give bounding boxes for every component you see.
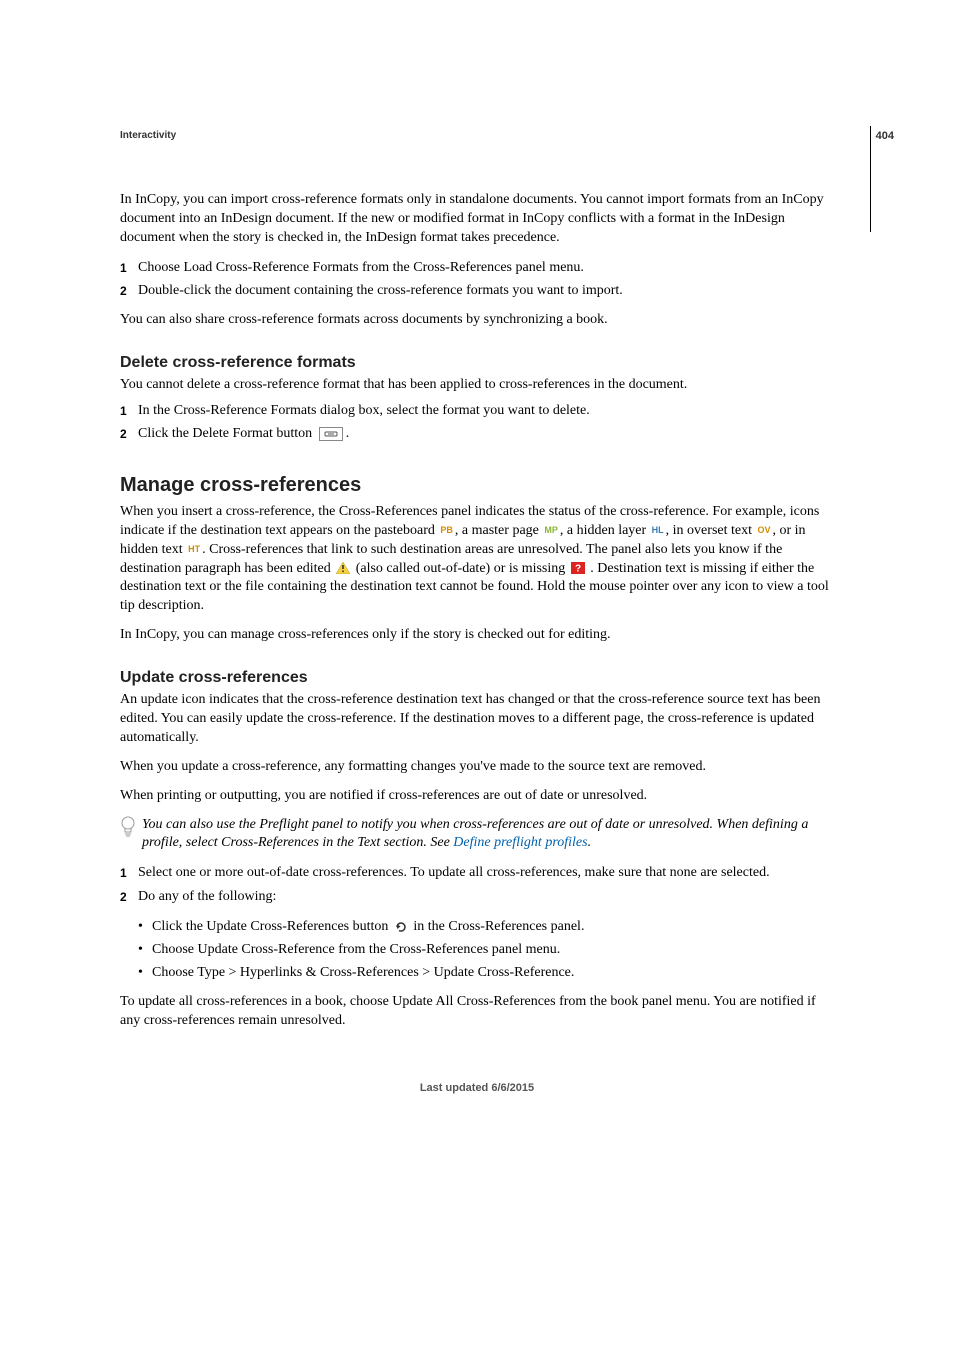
manage-heading: Manage cross-references bbox=[120, 474, 834, 497]
step-text: In the Cross-Reference Formats dialog bo… bbox=[138, 401, 834, 421]
step-text-post: . bbox=[346, 426, 350, 441]
step-2: 2 Click the Delete Format button . bbox=[120, 424, 834, 444]
overset-text-icon: OV bbox=[757, 524, 770, 536]
pasteboard-icon: PB bbox=[440, 524, 453, 536]
step-text: Click the Delete Format button . bbox=[138, 424, 834, 444]
list-item: Choose Update Cross-Reference from the C… bbox=[138, 939, 834, 960]
svg-text:?: ? bbox=[575, 564, 581, 575]
edited-icon bbox=[336, 562, 350, 574]
step-text: Do any of the following: bbox=[138, 887, 834, 907]
import-steps: 1 Choose Load Cross-Reference Formats fr… bbox=[120, 258, 834, 301]
tip-block: You can also use the Preflight panel to … bbox=[120, 816, 834, 854]
after-steps-paragraph: You can also share cross-reference forma… bbox=[120, 311, 834, 330]
preflight-link[interactable]: Define preflight profiles bbox=[453, 835, 587, 850]
manage-paragraph-1: When you insert a cross-reference, the C… bbox=[120, 503, 834, 616]
footer-updated: Last updated 6/6/2015 bbox=[0, 1082, 954, 1094]
intro-paragraph: In InCopy, you can import cross-referenc… bbox=[120, 191, 834, 248]
tip-post: . bbox=[588, 835, 592, 850]
delete-steps: 1 In the Cross-Reference Formats dialog … bbox=[120, 401, 834, 444]
step-1: 1 Select one or more out-of-date cross-r… bbox=[120, 863, 834, 883]
update-steps: 1 Select one or more out-of-date cross-r… bbox=[120, 863, 834, 906]
update-crossref-icon bbox=[394, 921, 408, 933]
manage-paragraph-2: In InCopy, you can manage cross-referenc… bbox=[120, 626, 834, 645]
after-update-paragraph: To update all cross-references in a book… bbox=[120, 993, 834, 1031]
bullet-post: in the Cross-References panel. bbox=[413, 919, 584, 934]
update-options: Click the Update Cross-References button… bbox=[138, 916, 834, 983]
step-1: 1 Choose Load Cross-Reference Formats fr… bbox=[120, 258, 834, 278]
step-text: Select one or more out-of-date cross-ref… bbox=[138, 863, 834, 883]
list-item: Click the Update Cross-References button… bbox=[138, 916, 834, 937]
tip-text: You can also use the Preflight panel to … bbox=[142, 816, 834, 854]
delete-heading: Delete cross-reference formats bbox=[120, 354, 834, 372]
missing-icon: ? bbox=[571, 562, 585, 574]
step-text: Double-click the document containing the… bbox=[138, 281, 834, 301]
delete-format-icon bbox=[319, 427, 343, 441]
step-number: 1 bbox=[120, 863, 138, 883]
step-number: 2 bbox=[120, 887, 138, 907]
step-number: 1 bbox=[120, 258, 138, 278]
delete-intro: You cannot delete a cross-reference form… bbox=[120, 376, 834, 395]
update-heading: Update cross-references bbox=[120, 669, 834, 687]
step-text: Choose Load Cross-Reference Formats from… bbox=[138, 258, 834, 278]
section-tag: Interactivity bbox=[120, 130, 834, 141]
hidden-text-icon: HT bbox=[188, 543, 200, 555]
text-fragment: , a master page bbox=[455, 523, 542, 538]
page-number: 404 bbox=[876, 130, 894, 142]
text-fragment: (also called out-of-date) or is missing bbox=[352, 561, 569, 576]
master-page-icon: MP bbox=[544, 524, 558, 536]
update-paragraph-3: When printing or outputting, you are not… bbox=[120, 787, 834, 806]
list-item: Choose Type > Hyperlinks & Cross-Referen… bbox=[138, 962, 834, 983]
step-number: 1 bbox=[120, 401, 138, 421]
update-paragraph-1: An update icon indicates that the cross-… bbox=[120, 691, 834, 748]
text-fragment: , a hidden layer bbox=[560, 523, 650, 538]
step-number: 2 bbox=[120, 424, 138, 444]
step-number: 2 bbox=[120, 281, 138, 301]
hidden-layer-icon: HL bbox=[652, 524, 664, 536]
step-1: 1 In the Cross-Reference Formats dialog … bbox=[120, 401, 834, 421]
bullet-pre: Click the Update Cross-References button bbox=[152, 919, 392, 934]
step-2: 2 Do any of the following: bbox=[120, 887, 834, 907]
update-paragraph-2: When you update a cross-reference, any f… bbox=[120, 758, 834, 777]
step-text-pre: Click the Delete Format button bbox=[138, 426, 316, 441]
step-2: 2 Double-click the document containing t… bbox=[120, 281, 834, 301]
text-fragment: , in overset text bbox=[666, 523, 756, 538]
lightbulb-icon bbox=[120, 816, 142, 854]
